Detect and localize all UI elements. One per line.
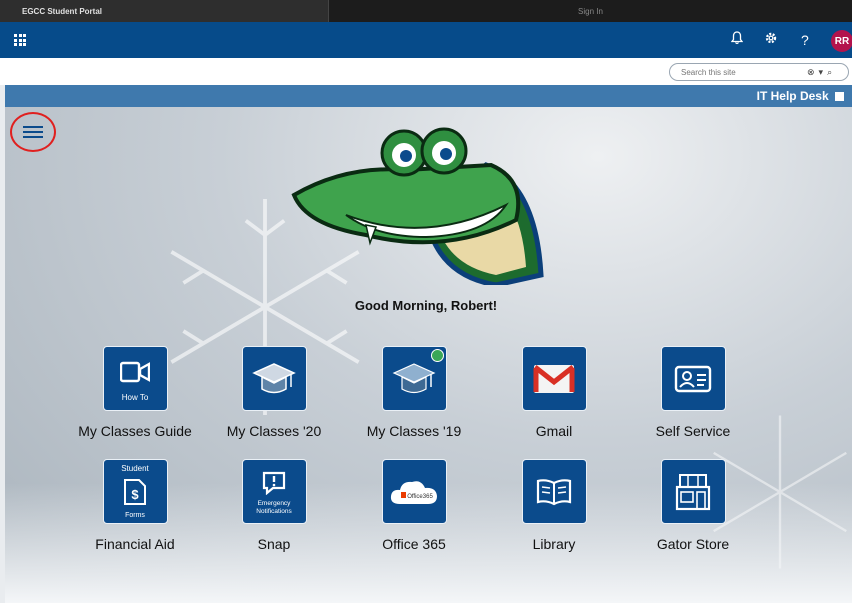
tile-label: Gator Store	[656, 536, 730, 552]
tile-icon-box	[660, 346, 726, 411]
gmail-icon	[533, 364, 575, 393]
book-icon	[536, 478, 572, 505]
search-input[interactable]	[679, 66, 803, 78]
it-help-desk-link[interactable]: IT Help Desk	[757, 89, 844, 103]
cloud-icon	[390, 480, 437, 504]
tile-label: Financial Aid	[95, 536, 175, 552]
tile-snap[interactable]: Emergency Notifications Snap	[204, 459, 344, 552]
tile-icon-box: How To	[102, 346, 168, 411]
it-help-desk-label: IT Help Desk	[756, 89, 829, 103]
clock-badge-icon	[430, 349, 444, 362]
search-row: ⊗ ▾ ⌕	[0, 58, 852, 85]
graduation-cap-icon	[392, 362, 436, 393]
tile-caption-top: Student	[121, 464, 149, 473]
hamburger-menu-button[interactable]	[10, 112, 56, 152]
tile-library[interactable]: Library	[484, 459, 624, 552]
external-link-icon	[835, 92, 844, 101]
top-navigation-bar: ? RR	[0, 22, 852, 58]
tile-label: Library	[532, 536, 576, 552]
gator-mascot-logo	[291, 127, 544, 285]
hamburger-icon	[23, 123, 43, 141]
tile-label: My Classes '20	[226, 423, 322, 439]
tile-icon-box	[660, 459, 726, 524]
tile-financial-aid[interactable]: Student $ Forms Financial Aid	[65, 459, 205, 552]
tile-caption: Office365	[407, 494, 433, 500]
tile-icon-box	[381, 346, 447, 411]
tile-label: My Classes '19	[366, 423, 462, 439]
tile-icon-box: Office365	[381, 459, 447, 524]
tile-office-365[interactable]: Office365 Office 365	[344, 459, 484, 552]
app-launcher-icon[interactable]	[14, 34, 26, 46]
graduation-cap-icon	[252, 362, 296, 393]
tile-label: Snap	[257, 536, 291, 552]
id-card-icon	[674, 365, 712, 392]
svg-text:$: $	[131, 487, 139, 502]
gear-icon[interactable]	[764, 30, 778, 50]
tile-gator-store[interactable]: Gator Store	[623, 459, 763, 552]
tile-icon-box: Emergency Notifications	[241, 459, 307, 524]
tile-label: Gmail	[535, 423, 573, 439]
dollar-document-icon: $	[124, 478, 146, 505]
tile-caption: Emergency Notifications	[256, 500, 292, 515]
tile-icon-box: Student $ Forms	[102, 459, 168, 524]
avatar[interactable]: RR	[831, 30, 852, 52]
tile-gmail[interactable]: Gmail	[484, 346, 624, 439]
help-icon[interactable]: ?	[801, 30, 809, 50]
greeting-text: Good Morning, Robert!	[354, 298, 498, 313]
tile-icon-box	[521, 459, 587, 524]
tile-label: Office 365	[382, 536, 446, 552]
bell-icon[interactable]	[730, 30, 744, 50]
tab-egcc-portal[interactable]: EGCC Student Portal	[0, 0, 329, 22]
tile-my-classes-guide[interactable]: How To My Classes Guide	[65, 346, 205, 439]
tile-label: Self Service	[655, 423, 731, 439]
tile-icon-box	[521, 346, 587, 411]
help-bar: IT Help Desk	[5, 85, 852, 107]
tile-caption: How To	[121, 393, 149, 402]
search-box: ⊗ ▾ ⌕	[669, 63, 849, 81]
video-camera-icon	[120, 361, 150, 382]
tile-my-classes-19[interactable]: My Classes '19	[344, 346, 484, 439]
browser-tab-bar: EGCC Student Portal Sign In	[0, 0, 852, 22]
tab-sign-in[interactable]: Sign In	[329, 0, 852, 22]
search-icon[interactable]: ⌕	[827, 67, 832, 78]
tile-caption: Forms	[125, 512, 145, 519]
clear-icon[interactable]: ⊗	[807, 67, 815, 78]
chevron-down-icon[interactable]: ▾	[819, 67, 824, 78]
tile-my-classes-20[interactable]: My Classes '20	[204, 346, 344, 439]
tile-self-service[interactable]: Self Service	[623, 346, 763, 439]
tile-icon-box	[241, 346, 307, 411]
alert-message-icon	[262, 471, 286, 495]
tile-label: My Classes Guide	[78, 423, 192, 439]
storefront-icon	[675, 473, 711, 510]
